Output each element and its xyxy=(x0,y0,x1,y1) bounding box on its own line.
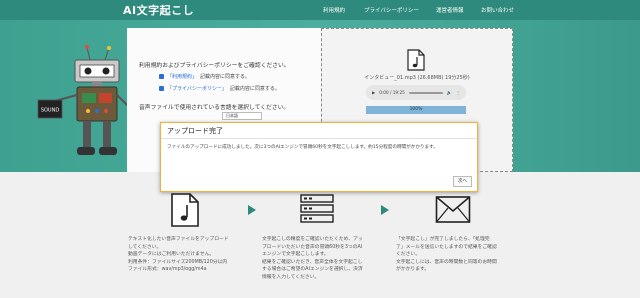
step-2-text: 文字起こしの精度をご確認いただくため、アッ プロードいただいた音声の冒頭60秒を… xyxy=(262,237,363,280)
step-3-text: 「文字起こし」が完了しましたら、「処理完 了」メールを送信いたしますので結果をご… xyxy=(396,237,497,273)
step-1-text: テキスト化したい音声ファイルをアップロード してください。 動画データにはご利用… xyxy=(128,237,229,273)
terms-checkbox[interactable] xyxy=(159,74,164,79)
arrow-right-icon xyxy=(381,205,389,215)
nav-privacy[interactable]: プライバシーポリシー xyxy=(364,6,419,14)
language-select[interactable]: 日本語 xyxy=(222,112,262,120)
privacy-link[interactable]: 「プライバシーポリシー」 xyxy=(167,85,227,92)
top-header: AI文字起こし 利用規約 プライバシーポリシー 運営者情報 お問い合わせ xyxy=(0,0,640,20)
server-icon xyxy=(300,194,334,223)
audio-seek-bar[interactable] xyxy=(408,91,443,94)
nav-contact[interactable]: お問い合わせ xyxy=(481,6,514,14)
site-logo[interactable]: AI文字起こし xyxy=(123,2,194,18)
audio-player[interactable]: ▶ 0:00 / 19:25 🔈 ⋮ xyxy=(366,85,466,100)
more-options-icon[interactable]: ⋮ xyxy=(456,90,460,95)
terms-checkbox-row[interactable]: 「利用規約」 記載内容に同意する。 xyxy=(159,73,250,80)
privacy-checkbox[interactable] xyxy=(159,86,164,91)
uploaded-file-name: インタビュー_01.mp3 (26.68MB) 19分25秒) xyxy=(364,75,470,81)
consent-title: 利用規約およびプライバシーポリシーをご確認ください。 xyxy=(139,63,290,69)
privacy-checkbox-row[interactable]: 「プライバシーポリシー」 記載内容に同意する。 xyxy=(159,85,280,92)
sound-card-label: SOUND xyxy=(41,108,60,114)
modal-title: アップロード完了 xyxy=(161,123,477,139)
music-file-icon xyxy=(407,49,425,71)
modal-body: ファイルのアップロードに成功しました。次に3つのAIエンジンで冒頭60秒を文字起… xyxy=(167,145,438,150)
language-select-title: 音声ファイルで使用されている言語を選択してください。 xyxy=(139,105,290,111)
play-icon[interactable]: ▶ xyxy=(372,90,375,95)
privacy-agree-text: 記載内容に同意する。 xyxy=(229,86,280,92)
terms-agree-text: 記載内容に同意する。 xyxy=(200,74,251,80)
volume-icon[interactable]: 🔈 xyxy=(447,90,452,96)
audio-time: 0:00 / 19:25 xyxy=(379,90,405,95)
upload-progress: 100% xyxy=(366,106,466,114)
robot-illustration: SOUND xyxy=(37,45,128,155)
music-file-icon xyxy=(171,193,199,227)
next-button[interactable]: 次へ xyxy=(453,176,472,187)
upload-progress-fill: 100% xyxy=(366,106,466,114)
terms-link[interactable]: 「利用規約」 xyxy=(167,73,197,80)
arrow-right-icon xyxy=(248,205,256,215)
nav-operator[interactable]: 運営者情報 xyxy=(436,6,464,14)
upload-complete-modal: アップロード完了 ファイルのアップロードに成功しました。次に3つのAIエンジンで… xyxy=(160,122,478,192)
nav-terms[interactable]: 利用規約 xyxy=(323,6,345,14)
envelope-icon xyxy=(435,196,471,223)
